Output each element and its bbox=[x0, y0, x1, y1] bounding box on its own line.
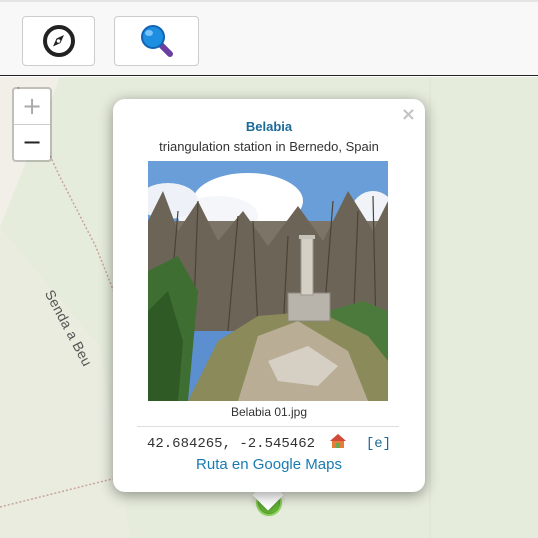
photo-caption[interactable]: Belabia 01.jpg bbox=[113, 405, 425, 419]
compass-icon bbox=[42, 25, 75, 57]
photo-image bbox=[148, 161, 388, 401]
edit-link[interactable]: [e] bbox=[366, 436, 391, 452]
search-button[interactable] bbox=[114, 16, 199, 66]
zoom-control: + − bbox=[12, 87, 52, 162]
popup-description: triangulation station in Bernedo, Spain bbox=[159, 139, 379, 154]
toolbar bbox=[0, 0, 538, 76]
landmark-photo[interactable] bbox=[148, 161, 388, 401]
search-icon bbox=[140, 25, 173, 57]
home-icon[interactable] bbox=[329, 433, 347, 454]
popup: × Belabia triangulation station in Berne… bbox=[113, 99, 425, 492]
zoom-out-button[interactable]: − bbox=[14, 125, 50, 161]
compass-button[interactable] bbox=[22, 16, 95, 66]
coordinates-row: 42.684265, -2.545462 [e] bbox=[113, 433, 425, 454]
coordinates-text: 42.684265, -2.545462 bbox=[146, 436, 315, 452]
google-maps-route-link[interactable]: Ruta en Google Maps bbox=[113, 456, 425, 473]
popup-title[interactable]: Belabia bbox=[113, 119, 425, 134]
divider bbox=[137, 426, 399, 427]
zoom-in-button[interactable]: + bbox=[14, 89, 50, 125]
